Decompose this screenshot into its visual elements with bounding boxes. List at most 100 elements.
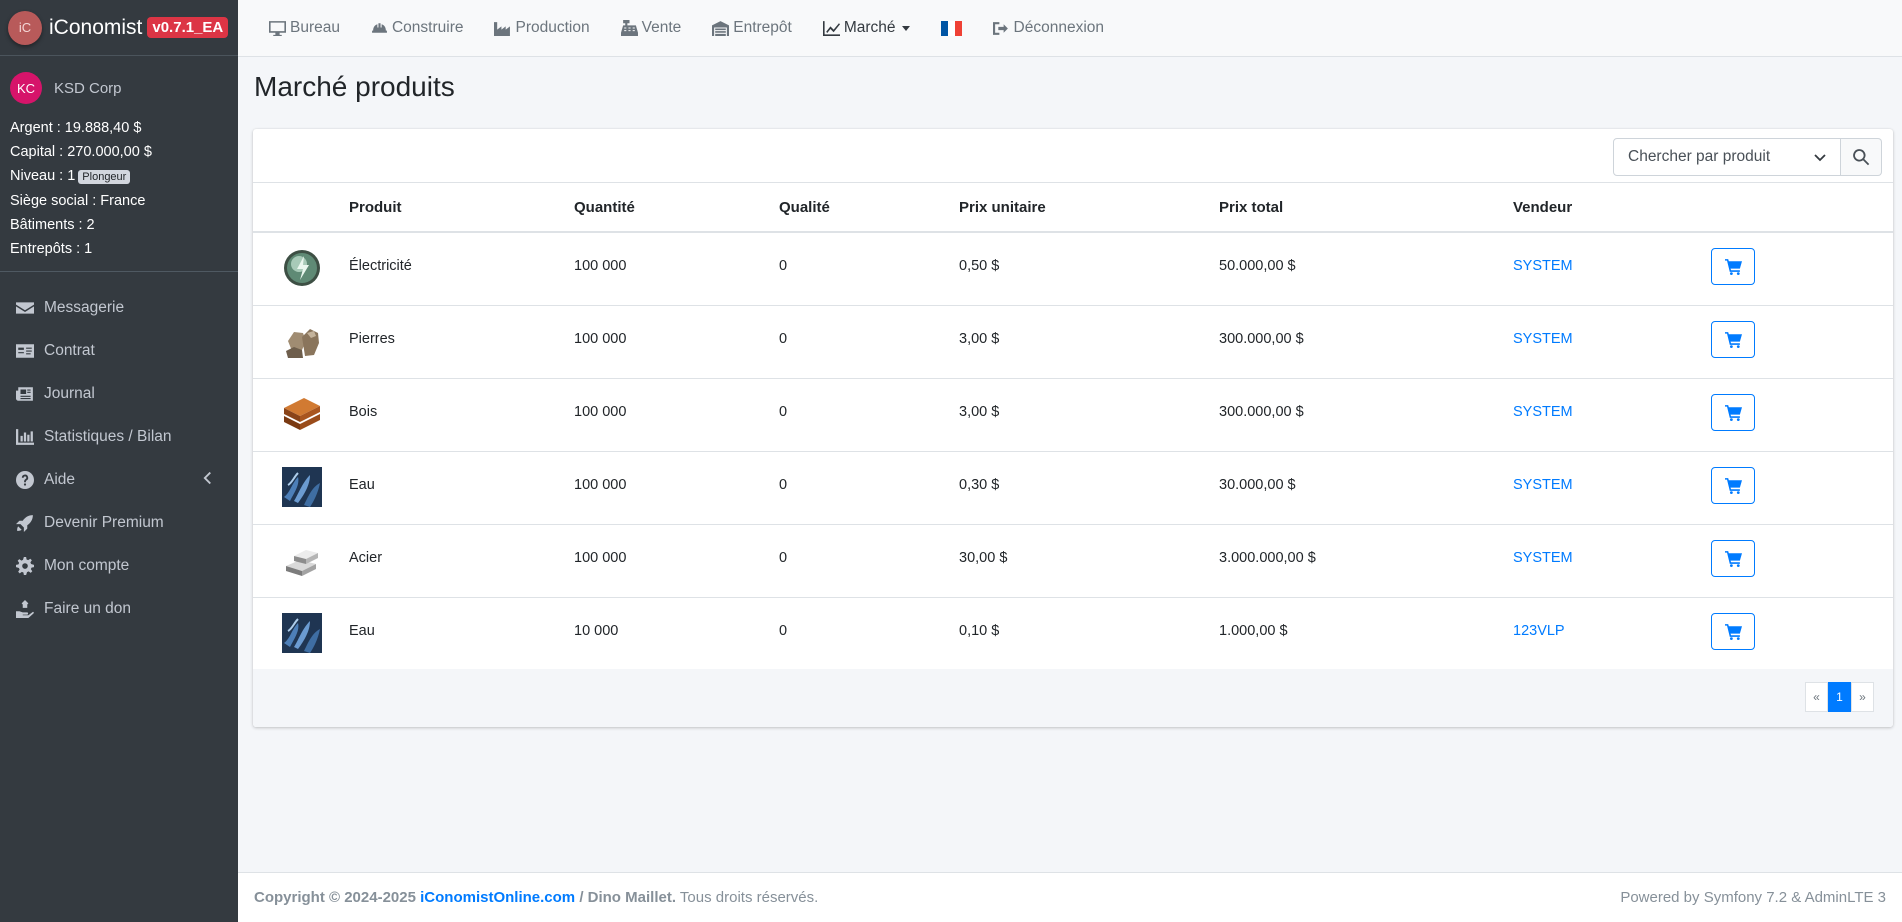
nav-bureau[interactable]: Bureau [269,19,340,37]
buy-button[interactable] [1711,320,1755,358]
vendor-link[interactable]: SYSTEM [1513,305,1711,379]
quantity: 100 000 [574,378,779,452]
quality: 0 [779,378,959,452]
table-row: Pierres 100 000 0 3,00 $ 300.000,00 $ SY… [253,305,1893,379]
site-link[interactable]: iConomistOnline.com [420,889,575,906]
table-row: Électricité 100 000 0 0,50 $ 50.000,00 $… [253,232,1893,306]
nav-construire[interactable]: Construire [371,19,463,37]
product-image-cell [253,451,349,525]
table-row: Eau 100 000 0 0,30 $ 30.000,00 $ SYSTEM [253,451,1893,525]
sidebar-item-journal[interactable]: Journal [0,372,238,415]
sidebar-item-statistiques[interactable]: Statistiques / Bilan [0,415,238,458]
buy-button[interactable] [1711,248,1755,285]
capital-stat: Capital : 270.000,00 $ [10,144,152,160]
hand-holding-icon [16,599,44,618]
water-icon [282,612,322,653]
action-cell [1711,232,1893,306]
sidebar-item-label: Mon compte [44,556,130,574]
question-circle-icon [16,470,44,489]
sidebar-item-messagerie[interactable]: Messagerie [0,286,238,329]
vendor-link[interactable]: SYSTEM [1513,232,1711,306]
column-header-prix-unitaire: Prix unitaire [959,183,1219,233]
buy-button[interactable] [1711,393,1755,431]
level-stat: Niveau : 1 Plongeur [10,164,228,189]
line-chart-icon [822,20,840,36]
column-header-produit: Produit [349,183,574,233]
search-icon [1853,149,1870,166]
version-badge: v0.7.1_EA [147,17,229,38]
table-row: Bois 100 000 0 3,00 $ 300.000,00 $ SYSTE… [253,378,1893,452]
company-name[interactable]: KSD Corp [54,80,122,97]
user-panel: KC KSD Corp Argent : 19.888,40 $ Capital… [0,56,238,272]
pagination-page[interactable]: 1 [1828,682,1851,712]
sidebar-item-mon-compte[interactable]: Mon compte [0,544,238,587]
unit-price: 0,30 $ [959,451,1219,525]
quality: 0 [779,622,788,639]
buy-button[interactable] [1711,466,1755,504]
buy-button[interactable] [1711,539,1755,577]
total-price: 1.000,00 $ [1219,622,1288,639]
vendor-link[interactable]: SYSTEM [1513,524,1711,598]
steel-icon [286,549,318,576]
copyright: Copyright © 2024-2025 iConomistOnline.co… [254,889,818,906]
cash-register-icon [620,19,638,36]
rights-text: Tous droits réservés. [679,889,819,906]
column-header-vendeur: Vendeur [1513,183,1711,233]
money-stat: Argent : 19.888,40 $ [10,120,142,136]
sidebar-item-premium[interactable]: Devenir Premium [0,501,238,544]
product-search-select[interactable]: Chercher par produit [1613,138,1841,176]
nav-deconnexion[interactable]: Déconnexion [992,19,1105,37]
electricity-icon [284,250,320,286]
vendor-link[interactable]: 123VLP [1513,597,1711,670]
product-name: Eau [349,622,375,639]
action-cell [1711,597,1893,670]
unit-price: 30,00 $ [959,524,1219,598]
nav-deconnexion-label: Déconnexion [1013,19,1105,36]
france-flag-icon[interactable] [940,20,962,36]
sidebar-item-don[interactable]: Faire un don [0,587,238,630]
product-image-cell [253,524,349,598]
wood-icon [284,397,320,430]
card-header: Chercher par produit [253,129,1893,183]
envelope-icon [16,299,44,317]
product-image-cell [253,378,349,452]
nav-production-label: Production [515,19,590,36]
quality: 0 [779,524,959,598]
sidebar-item-aide[interactable]: Aide [0,458,238,501]
buildings-stat: Bâtiments : 2 [10,217,95,233]
vendor-link[interactable]: SYSTEM [1513,378,1711,452]
nav-vente[interactable]: Vente [620,19,681,37]
level-label: Niveau : 1 [10,168,76,184]
sidebar-item-label: Devenir Premium [44,513,164,531]
sidebar-item-contrat[interactable]: Contrat [0,329,238,372]
nav-marche-dropdown[interactable]: Marché [822,19,910,37]
copyright-text: Copyright © 2024-2025 [254,889,416,906]
nav-production[interactable]: Production [494,19,590,37]
id-card-icon [16,342,44,360]
avatar[interactable]: KC [10,72,42,104]
pagination-next[interactable]: » [1851,682,1874,712]
buy-button[interactable] [1711,612,1755,650]
sidebar-item-label: Messagerie [44,298,125,316]
table-header-row: Produit Quantité Qualité Prix unitaire P… [253,183,1893,233]
brand-link[interactable]: iC iConomist v0.7.1_EA [0,0,238,56]
cart-icon [1724,404,1742,421]
sign-out-icon [992,21,1008,35]
product-image-cell [253,305,349,379]
vendor-link[interactable]: SYSTEM [1513,451,1711,525]
column-header-quantite: Quantité [574,183,779,233]
top-navbar: Bureau Construire Production Vente Entre… [238,0,1902,57]
pagination-prev[interactable]: « [1805,682,1828,712]
product-image-cell [253,597,349,670]
quantity: 100 000 [574,524,779,598]
action-cell [1711,451,1893,525]
product-image-cell [253,232,349,306]
unit-price: 3,00 $ [959,305,1219,379]
quantity: 10 000 [574,622,619,639]
nav-entrepot[interactable]: Entrepôt [712,19,792,37]
market-table: Produit Quantité Qualité Prix unitaire P… [253,183,1893,670]
quality: 0 [779,232,959,306]
product-name: Électricité [349,232,574,306]
warehouse-icon [712,20,730,36]
search-button[interactable] [1841,138,1882,176]
